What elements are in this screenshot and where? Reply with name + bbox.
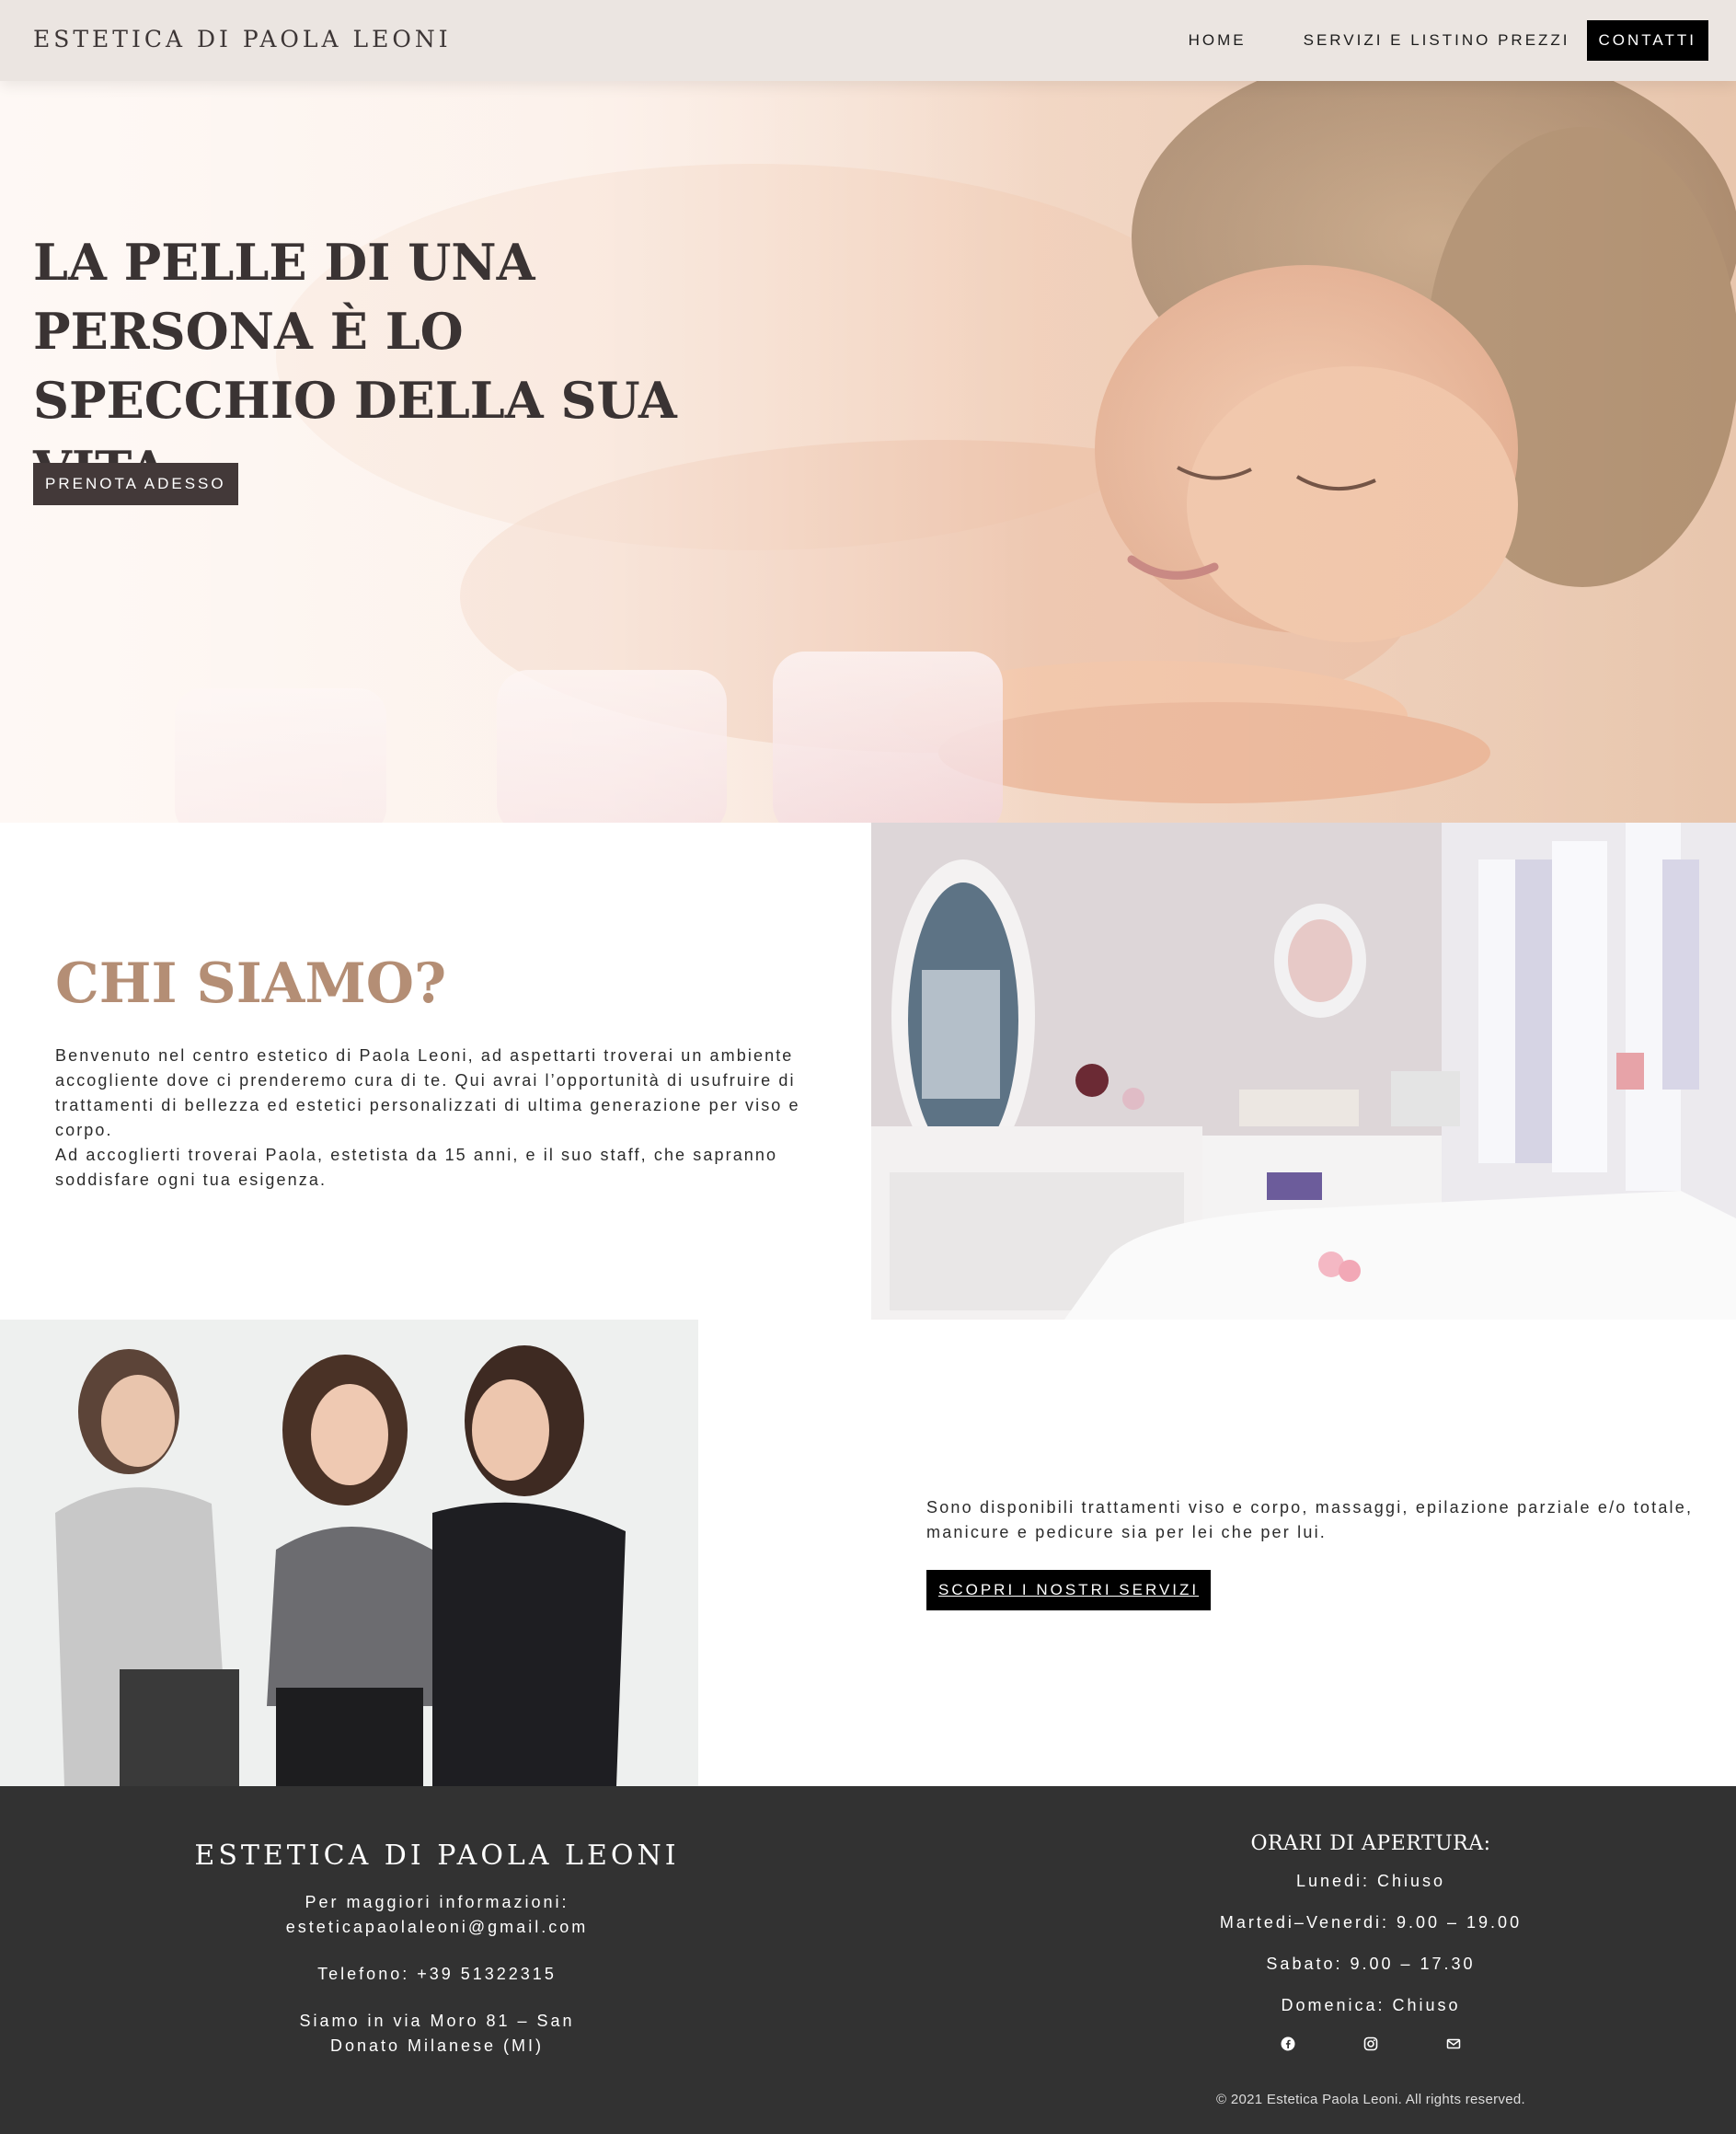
envelope-icon[interactable] [1444,2035,1463,2053]
about-paragraph: Benvenuto nel centro estetico di Paola L… [55,1046,800,1139]
book-now-button[interactable]: PRENOTA ADESSO [33,463,238,505]
services-description: Sono disponibili trattamenti viso e corp… [926,1498,1694,1541]
facebook-icon[interactable] [1279,2035,1297,2053]
about-description: Benvenuto nel centro estetico di Paola L… [55,1044,819,1193]
brand-logo-text[interactable]: ESTETICA DI PAOLA LEONI [33,26,452,52]
team-photo [0,1320,698,1786]
nav-home-link[interactable]: HOME [1178,20,1258,61]
salon-room-photo [871,823,1736,1320]
footer-address-line: Donato Milanese (MI) [329,2036,545,2055]
footer-email-link[interactable]: esteticapaolaleoni@gmail.com [129,1915,745,1940]
copyright-text: © 2021 Estetica Paola Leoni. All rights … [1216,2092,1525,2107]
social-links [1049,2035,1693,2053]
nav-services-link[interactable]: SERVIZI E LISTINO PREZZI [1293,20,1581,61]
about-heading: CHI SIAMO? [55,952,447,1016]
footer-info-label: Per maggiori informazioni: [305,1893,569,1911]
discover-services-button[interactable]: SCOPRI I NOSTRI SERVIZI [926,1570,1212,1610]
footer-opening-hours: ORARI DI APERTURA: Lunedi: Chiuso Marted… [1049,1832,1693,2107]
footer-address-line: Siamo in via Moro 81 – San [299,2012,575,2030]
footer-phone[interactable]: Telefono: +39 51322315 [129,1962,745,1987]
opening-hours-row: Sabato: 9.00 – 17.30 [1266,1955,1476,1973]
instagram-icon[interactable] [1362,2035,1380,2053]
footer-brand: ESTETICA DI PAOLA LEONI [194,1840,680,1872]
opening-hours-row: Domenica: Chiuso [1281,1996,1461,2014]
site-footer: ESTETICA DI PAOLA LEONI Per maggiori inf… [0,1786,1736,2134]
salon-room-image [871,823,1736,1320]
services-intro-section: Sono disponibili trattamenti viso e corp… [698,1320,1736,1786]
opening-hours-row: Martedi–Venerdi: 9.00 – 19.00 [1219,1913,1523,1932]
main-nav: HOME SERVIZI E LISTINO PREZZI CONTATTI [1178,20,1708,61]
opening-hours-title: ORARI DI APERTURA: [1250,1832,1491,1855]
about-section: CHI SIAMO? Benvenuto nel centro estetico… [0,823,871,1320]
site-header: ESTETICA DI PAOLA LEONI HOME SERVIZI E L… [0,0,1736,81]
hero-section: LA PELLE DI UNA PERSONA È LO SPECCHIO DE… [0,81,1736,823]
footer-contact: ESTETICA DI PAOLA LEONI Per maggiori inf… [129,1840,745,2059]
about-paragraph: Ad accoglierti troverai Paola, estetista… [55,1146,778,1189]
opening-hours-row: Lunedi: Chiuso [1295,1872,1446,1890]
nav-contact-button[interactable]: CONTATTI [1586,20,1708,61]
team-image [0,1320,698,1786]
